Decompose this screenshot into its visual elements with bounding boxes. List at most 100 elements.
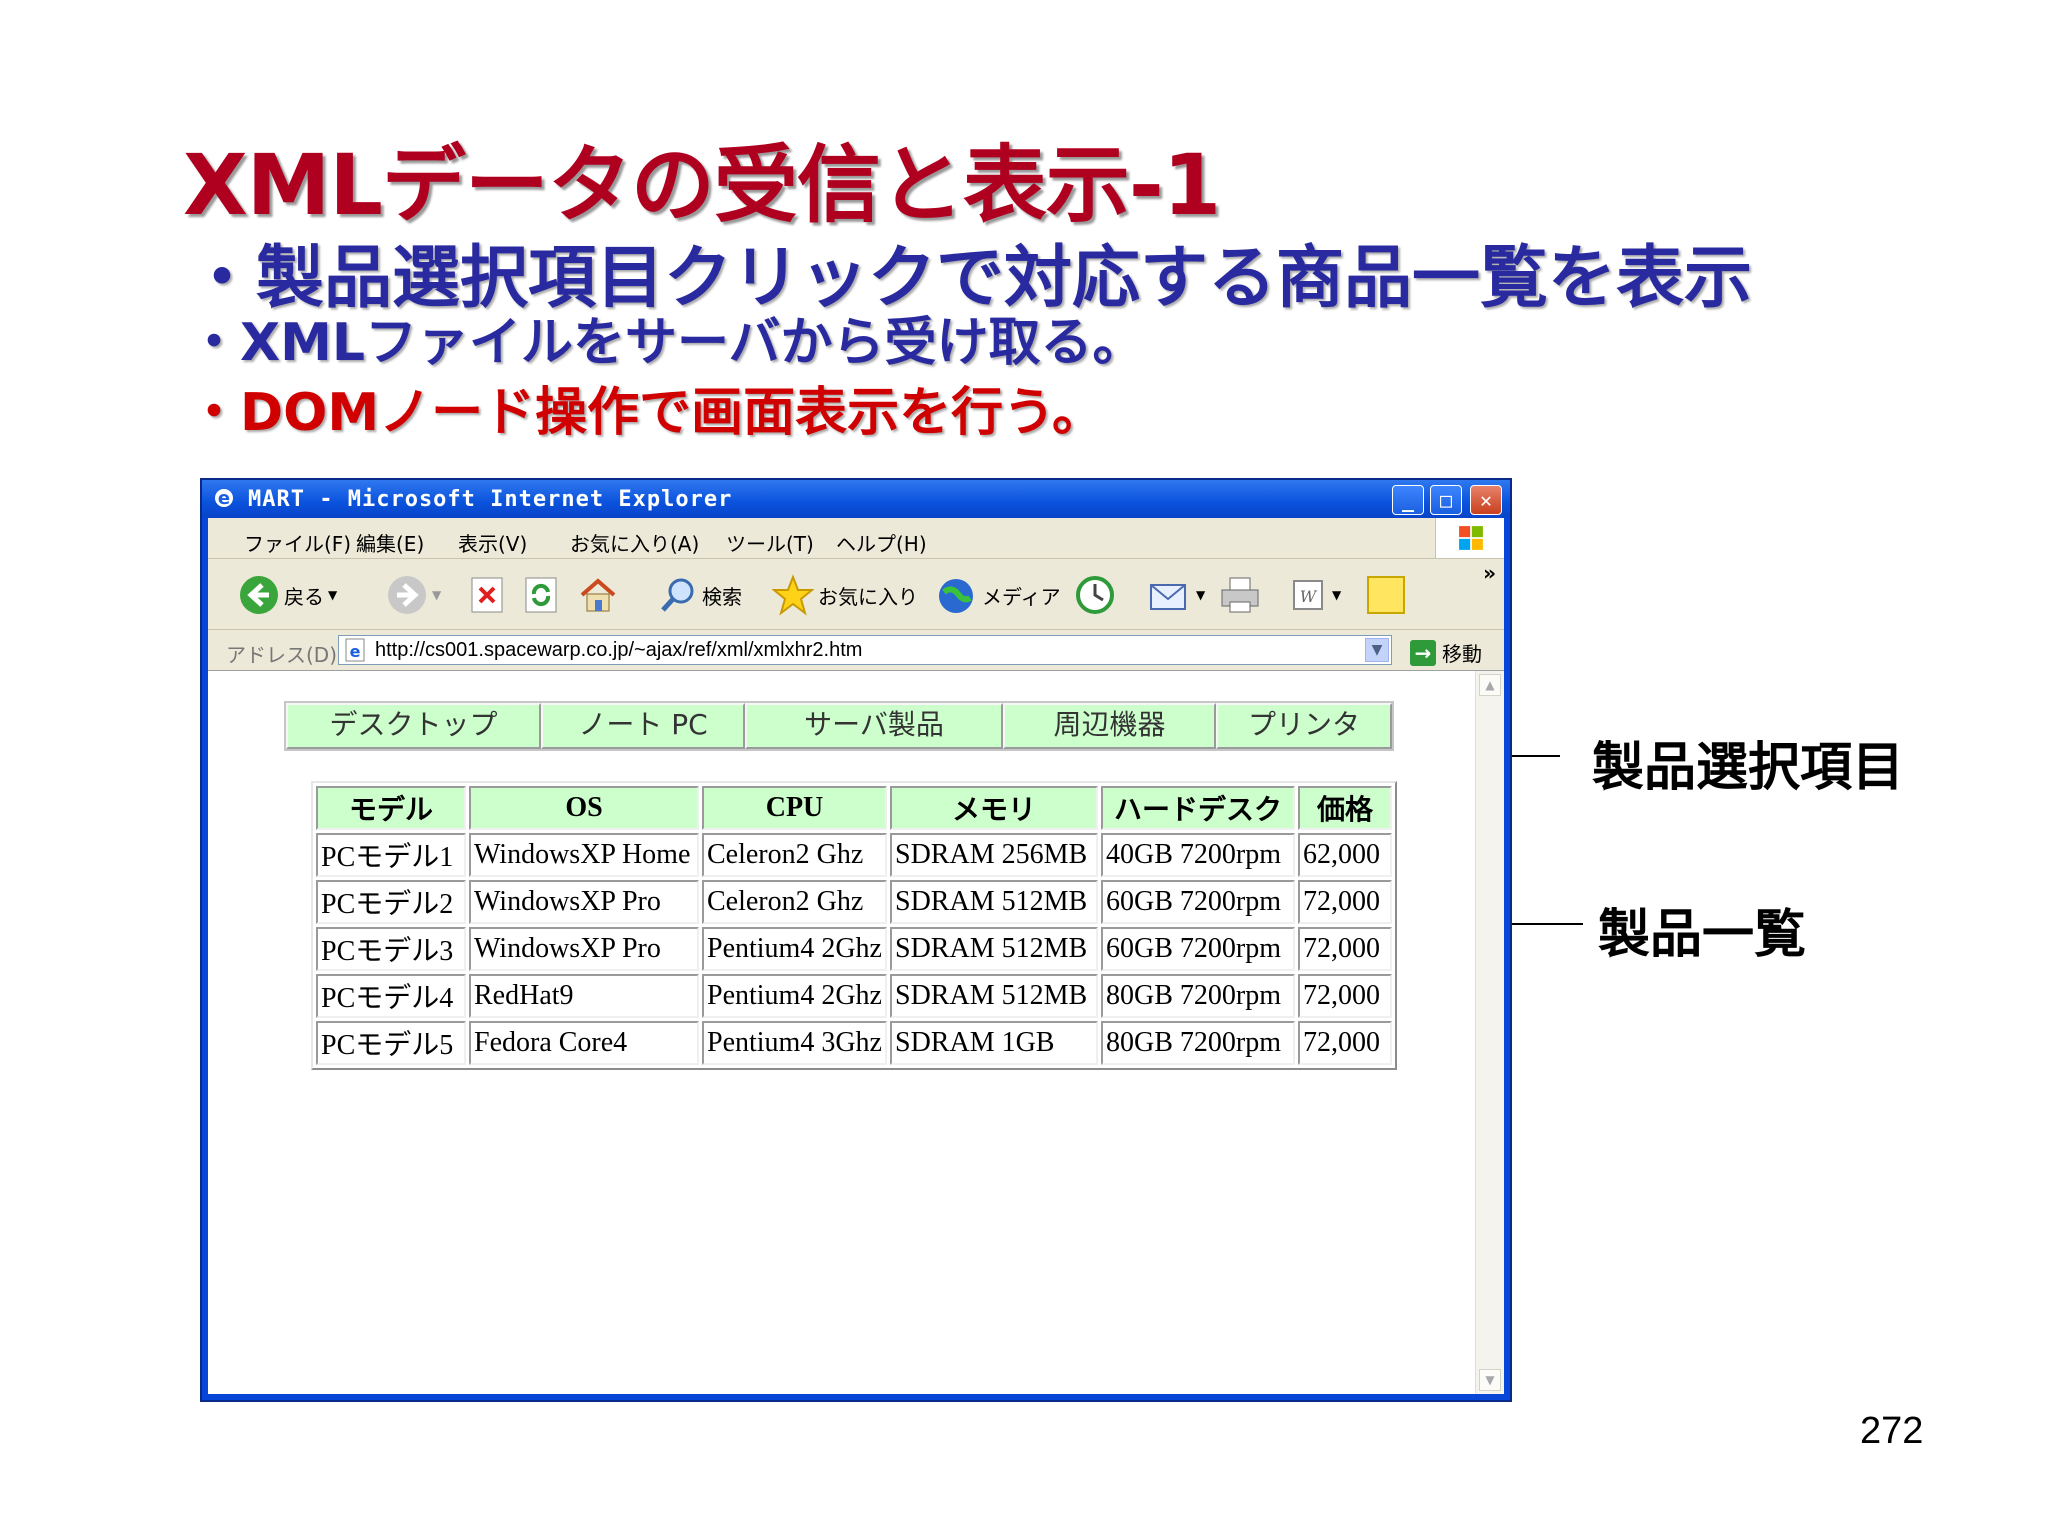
category-desktop[interactable]: デスクトップ xyxy=(286,703,541,749)
title-bar[interactable]: e MART - Microsoft Internet Explorer _ □… xyxy=(202,480,1510,518)
scroll-up-button[interactable]: ▲ xyxy=(1479,674,1501,696)
media-button[interactable]: メディア xyxy=(936,573,1061,617)
favorites-button[interactable]: お気に入り xyxy=(772,573,918,617)
cell-price: 62,000 xyxy=(1298,833,1392,877)
table-row: PCモデル1 WindowsXP Home Celeron2 Ghz SDRAM… xyxy=(316,833,1392,877)
history-button[interactable] xyxy=(1074,573,1116,617)
chevron-down-icon: ▼ xyxy=(328,588,338,602)
svg-text:e: e xyxy=(218,488,230,509)
printer-icon xyxy=(1221,577,1259,613)
stop-icon xyxy=(471,577,503,613)
table-row: PCモデル4 RedHat9 Pentium4 2Ghz SDRAM 512MB… xyxy=(316,974,1392,1018)
maximize-button[interactable]: □ xyxy=(1430,485,1462,515)
header-memory: メモリ xyxy=(890,786,1098,830)
toolbar-overflow-icon[interactable]: » xyxy=(1483,561,1496,585)
history-icon xyxy=(1076,576,1114,614)
edit-word-button[interactable]: W ▼ xyxy=(1288,573,1341,617)
table-row: PCモデル3 WindowsXP Pro Pentium4 2Ghz SDRAM… xyxy=(316,927,1392,971)
cell-cpu: Celeron2 Ghz xyxy=(702,833,887,877)
cell-memory: SDRAM 512MB xyxy=(890,880,1098,924)
cell-price: 72,000 xyxy=(1298,927,1392,971)
go-arrow-icon: → xyxy=(1410,639,1436,666)
category-peripherals[interactable]: 周辺機器 xyxy=(1003,703,1216,749)
chevron-down-icon: ▼ xyxy=(1196,588,1206,602)
cell-cpu: Pentium4 2Ghz xyxy=(702,974,887,1018)
ie-icon: e xyxy=(215,488,233,509)
back-arrow-icon xyxy=(240,576,278,614)
back-button[interactable]: 戻る ▼ xyxy=(238,573,337,617)
page-viewport: デスクトップ ノート PC サーバ製品 周辺機器 プリンタ モデル OS CPU… xyxy=(208,671,1504,1394)
category-printer[interactable]: プリンタ xyxy=(1216,703,1392,749)
cell-harddisk: 60GB 7200rpm xyxy=(1101,880,1295,924)
print-button[interactable] xyxy=(1218,573,1262,617)
go-button[interactable]: → 移動 xyxy=(1410,638,1482,667)
svg-text:W: W xyxy=(1300,587,1318,606)
home-icon xyxy=(580,578,616,612)
forward-arrow-icon xyxy=(388,576,426,614)
note-button[interactable] xyxy=(1366,573,1406,617)
product-table: モデル OS CPU メモリ ハードデスク 価格 PCモデル1 WindowsX… xyxy=(311,781,1397,1070)
chevron-down-icon: ▼ xyxy=(432,588,442,602)
cell-memory: SDRAM 1GB xyxy=(890,1021,1098,1065)
menu-help[interactable]: ヘルプ(H) xyxy=(836,528,927,557)
media-label: メディア xyxy=(982,584,1061,609)
mail-button[interactable]: ▼ xyxy=(1148,573,1205,617)
close-button[interactable]: ✕ xyxy=(1470,485,1502,515)
search-button[interactable]: 検索 xyxy=(658,573,742,617)
mail-icon xyxy=(1150,584,1186,610)
cell-cpu: Pentium4 2Ghz xyxy=(702,927,887,971)
table-row: PCモデル2 WindowsXP Pro Celeron2 Ghz SDRAM … xyxy=(316,880,1392,924)
bullet-2: ・XMLファイルをサーバから受け取る。 xyxy=(188,313,1145,373)
callout-category-menu: 製品選択項目 xyxy=(1592,738,1905,798)
menu-tools[interactable]: ツール(T) xyxy=(726,528,814,557)
cell-model: PCモデル4 xyxy=(316,974,466,1018)
cell-harddisk: 60GB 7200rpm xyxy=(1101,927,1295,971)
cell-os: Fedora Core4 xyxy=(469,1021,699,1065)
favorites-label: お気に入り xyxy=(818,584,918,609)
scroll-down-button[interactable]: ▼ xyxy=(1479,1369,1501,1391)
menu-edit[interactable]: 編集(E) xyxy=(356,528,424,557)
search-icon xyxy=(661,578,694,612)
browser-window: e MART - Microsoft Internet Explorer _ □… xyxy=(200,478,1512,1402)
go-label: 移動 xyxy=(1442,642,1482,666)
home-button[interactable] xyxy=(578,573,618,617)
cell-memory: SDRAM 256MB xyxy=(890,833,1098,877)
cell-harddisk: 80GB 7200rpm xyxy=(1101,1021,1295,1065)
cell-harddisk: 80GB 7200rpm xyxy=(1101,974,1295,1018)
cell-cpu: Pentium4 3Ghz xyxy=(702,1021,887,1065)
address-dropdown-button[interactable]: ▼ xyxy=(1365,638,1389,662)
menu-file[interactable]: ファイル(F) xyxy=(244,528,351,557)
menu-bar: ファイル(F) 編集(E) 表示(V) お気に入り(A) ツール(T) ヘルプ(… xyxy=(208,518,1504,559)
word-document-icon: W xyxy=(1293,580,1323,610)
cell-price: 72,000 xyxy=(1298,1021,1392,1065)
cell-cpu: Celeron2 Ghz xyxy=(702,880,887,924)
minimize-button[interactable]: _ xyxy=(1392,485,1424,515)
address-input[interactable]: e http://cs001.spacewarp.co.jp/~ajax/ref… xyxy=(338,635,1392,665)
refresh-icon xyxy=(525,577,557,613)
vertical-scrollbar[interactable]: ▲ ▼ xyxy=(1475,671,1504,1394)
back-label: 戻る xyxy=(284,584,324,609)
header-price: 価格 xyxy=(1298,786,1392,830)
chevron-down-icon: ▼ xyxy=(1332,588,1342,602)
window-title: MART - Microsoft Internet Explorer xyxy=(248,487,733,512)
category-notebook[interactable]: ノート PC xyxy=(541,703,745,749)
category-server[interactable]: サーバ製品 xyxy=(745,703,1003,749)
cell-os: WindowsXP Pro xyxy=(469,927,699,971)
header-cpu: CPU xyxy=(702,786,887,830)
star-icon xyxy=(772,574,814,616)
category-menu: デスクトップ ノート PC サーバ製品 周辺機器 プリンタ xyxy=(284,701,1394,751)
standard-toolbar: 戻る ▼ ▼ 検索 お気に入り メディア ▼ W ▼ » xyxy=(208,559,1504,630)
page-icon: e xyxy=(345,638,365,662)
menu-favorites[interactable]: お気に入り(A) xyxy=(570,528,699,557)
windows-logo xyxy=(1435,518,1504,558)
address-url: http://cs001.spacewarp.co.jp/~ajax/ref/x… xyxy=(375,639,863,661)
svg-text:e: e xyxy=(350,642,361,661)
header-os: OS xyxy=(469,786,699,830)
menu-view[interactable]: 表示(V) xyxy=(458,528,527,557)
cell-price: 72,000 xyxy=(1298,974,1392,1018)
cell-model: PCモデル1 xyxy=(316,833,466,877)
stop-button[interactable] xyxy=(470,573,504,617)
cell-memory: SDRAM 512MB xyxy=(890,974,1098,1018)
forward-button[interactable]: ▼ xyxy=(386,573,441,617)
refresh-button[interactable] xyxy=(524,573,558,617)
